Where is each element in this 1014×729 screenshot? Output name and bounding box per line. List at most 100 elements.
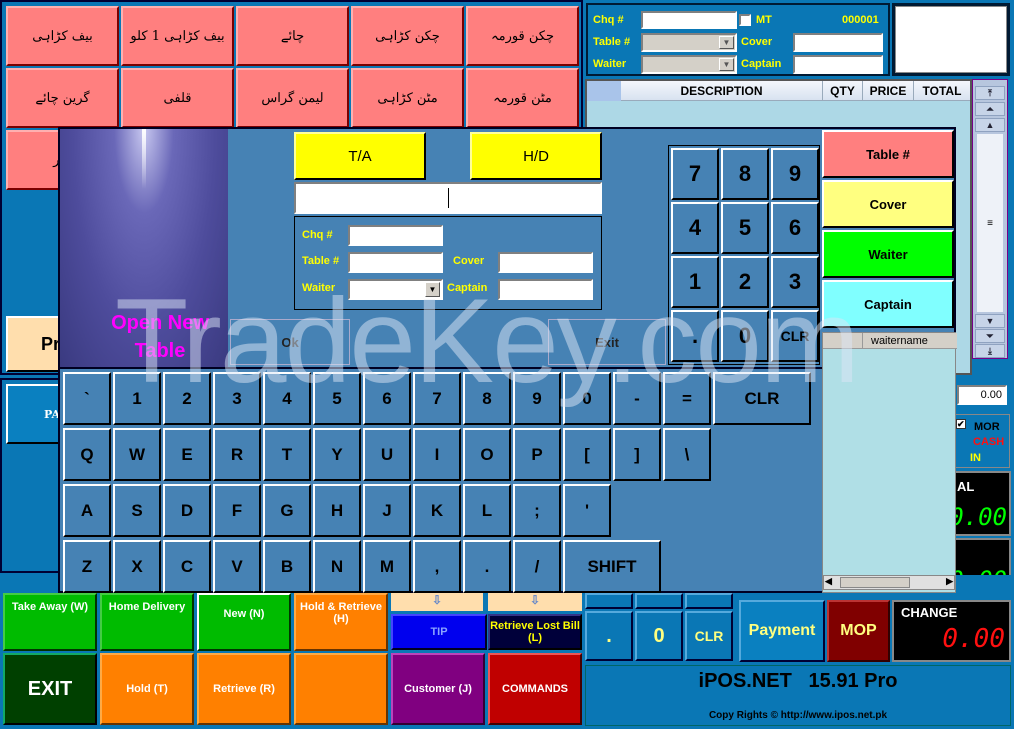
dialog-search-input[interactable] [294,182,602,214]
scroll-up-icon[interactable]: ▲ [975,118,1005,132]
scroll-left-icon[interactable]: ◀ [825,576,832,587]
numpad-dot-key[interactable]: . [585,611,633,661]
chq-input[interactable] [641,11,737,29]
keyboard-key[interactable]: A [63,484,111,537]
keyboard-key[interactable]: ; [513,484,561,537]
keyboard-key[interactable]: X [113,540,161,593]
dialog-waiter-select[interactable]: ▼ [348,279,443,300]
keyboard-key[interactable]: . [463,540,511,593]
menu-item-button[interactable]: بیف کڑاہی [6,6,119,66]
keyboard-key[interactable]: W [113,428,161,481]
scroll-thumb[interactable]: ≡ [977,134,1003,312]
print-button[interactable]: Pr [6,316,66,372]
numpad-hidden-key[interactable] [685,593,733,609]
keyboard-key[interactable]: CLR [713,372,811,425]
mop-button[interactable]: MOP [827,600,890,662]
keyboard-key[interactable]: H [313,484,361,537]
keyboard-key[interactable]: 1 [113,372,161,425]
exit-dialog-button[interactable]: Exit [548,319,666,365]
dialog-numpad-key[interactable]: 6 [771,202,819,254]
numpad-hidden-key[interactable] [585,593,633,609]
keyboard-key[interactable]: D [163,484,211,537]
keyboard-key[interactable]: 5 [313,372,361,425]
keyboard-key[interactable]: U [363,428,411,481]
keyboard-key[interactable]: \ [663,428,711,481]
keyboard-key[interactable]: F [213,484,261,537]
keyboard-key[interactable]: Q [63,428,111,481]
keyboard-key[interactable]: T [263,428,311,481]
keyboard-key[interactable]: 7 [413,372,461,425]
keyboard-key[interactable]: 8 [463,372,511,425]
amount-input[interactable]: 0.00 [957,385,1007,405]
keyboard-key[interactable]: 4 [263,372,311,425]
waiter-list-hscroll[interactable]: ◀ ▶ [823,575,955,590]
captain-input[interactable] [793,55,883,74]
keyboard-key[interactable]: S [113,484,161,537]
keyboard-key[interactable]: [ [563,428,611,481]
keyboard-key[interactable]: / [513,540,561,593]
keyboard-key[interactable]: SHIFT [563,540,661,593]
hold-retrieve-button[interactable]: Hold & Retrieve (H) [294,593,388,651]
field-select-button[interactable]: Waiter [822,230,954,278]
keyboard-key[interactable]: J [363,484,411,537]
chevron-down-icon[interactable]: ▼ [719,36,734,49]
takeaway-toggle-button[interactable]: T/A [294,132,426,180]
take-away-button[interactable]: Take Away (W) [3,593,97,651]
retrieve-button[interactable]: Retrieve (R) [197,653,291,725]
menu-item-button[interactable]: چکن قورمہ [466,6,579,66]
keyboard-key[interactable]: C [163,540,211,593]
nav-arrow-right[interactable]: ⇩ [488,593,582,611]
home-delivery-toggle-button[interactable]: H/D [470,132,602,180]
keyboard-key[interactable]: Y [313,428,361,481]
keyboard-key[interactable]: = [663,372,711,425]
scroll-top-icon[interactable]: ⤒ [975,86,1005,100]
dialog-numpad-key[interactable]: CLR [771,310,819,362]
keyboard-key[interactable]: Z [63,540,111,593]
keyboard-key[interactable]: 3 [213,372,261,425]
home-delivery-button[interactable]: Home Delivery [100,593,194,651]
dialog-numpad-key[interactable]: 1 [671,256,719,308]
col-description[interactable]: DESCRIPTION [621,81,823,101]
numpad-clear-key[interactable]: CLR [685,611,733,661]
menu-item-button[interactable]: بیف کڑاہی 1 کلو [121,6,234,66]
keyboard-key[interactable]: E [163,428,211,481]
customer-button[interactable]: Customer (J) [391,653,485,725]
keyboard-key[interactable]: , [413,540,461,593]
keyboard-key[interactable]: R [213,428,261,481]
table-select[interactable]: ▼ [641,33,737,52]
nav-arrow-left[interactable]: ⇩ [391,593,483,611]
dialog-numpad-key[interactable]: 2 [721,256,769,308]
numpad-hidden-key[interactable] [635,593,683,609]
scroll-right-icon[interactable]: ▶ [946,576,953,587]
col-total[interactable]: TOTAL [914,81,970,101]
retrieve-lost-bill-button[interactable]: Retrieve Lost Bill (L) [488,614,582,650]
commands-button[interactable]: COMMANDS [488,653,582,725]
ok-button[interactable]: Ok [230,319,350,365]
waitername-column[interactable]: waitername [871,335,928,347]
keyboard-key[interactable]: ` [63,372,111,425]
hold-button[interactable]: Hold (T) [100,653,194,725]
page-down-icon[interactable]: ⏷ [975,329,1005,343]
keyboard-key[interactable]: 6 [363,372,411,425]
col-price[interactable]: PRICE [863,81,914,101]
keyboard-key[interactable]: 0 [563,372,611,425]
keyboard-key[interactable]: P [513,428,561,481]
mt-checkbox[interactable] [739,14,751,26]
menu-item-button[interactable]: لیمن گراس [236,68,349,128]
exit-button[interactable]: EXIT [3,653,97,725]
dialog-numpad-key[interactable]: 7 [671,148,719,200]
payment-button[interactable]: Payment [739,600,825,662]
keyboard-key[interactable]: V [213,540,261,593]
chevron-down-icon[interactable]: ▼ [425,282,440,297]
menu-item-button[interactable]: چکن کڑاہی [351,6,464,66]
keyboard-key[interactable]: B [263,540,311,593]
chevron-down-icon[interactable]: ▼ [719,58,734,71]
dialog-numpad-key[interactable]: 0 [721,310,769,362]
pad-button[interactable]: PA [6,384,62,444]
scroll-down-icon[interactable]: ▼ [975,314,1005,328]
dialog-captain-input[interactable] [498,279,593,300]
page-up-icon[interactable]: ⏶ [975,102,1005,116]
keyboard-key[interactable]: ' [563,484,611,537]
menu-item-button[interactable]: چائے [236,6,349,66]
dialog-numpad-key[interactable]: 8 [721,148,769,200]
